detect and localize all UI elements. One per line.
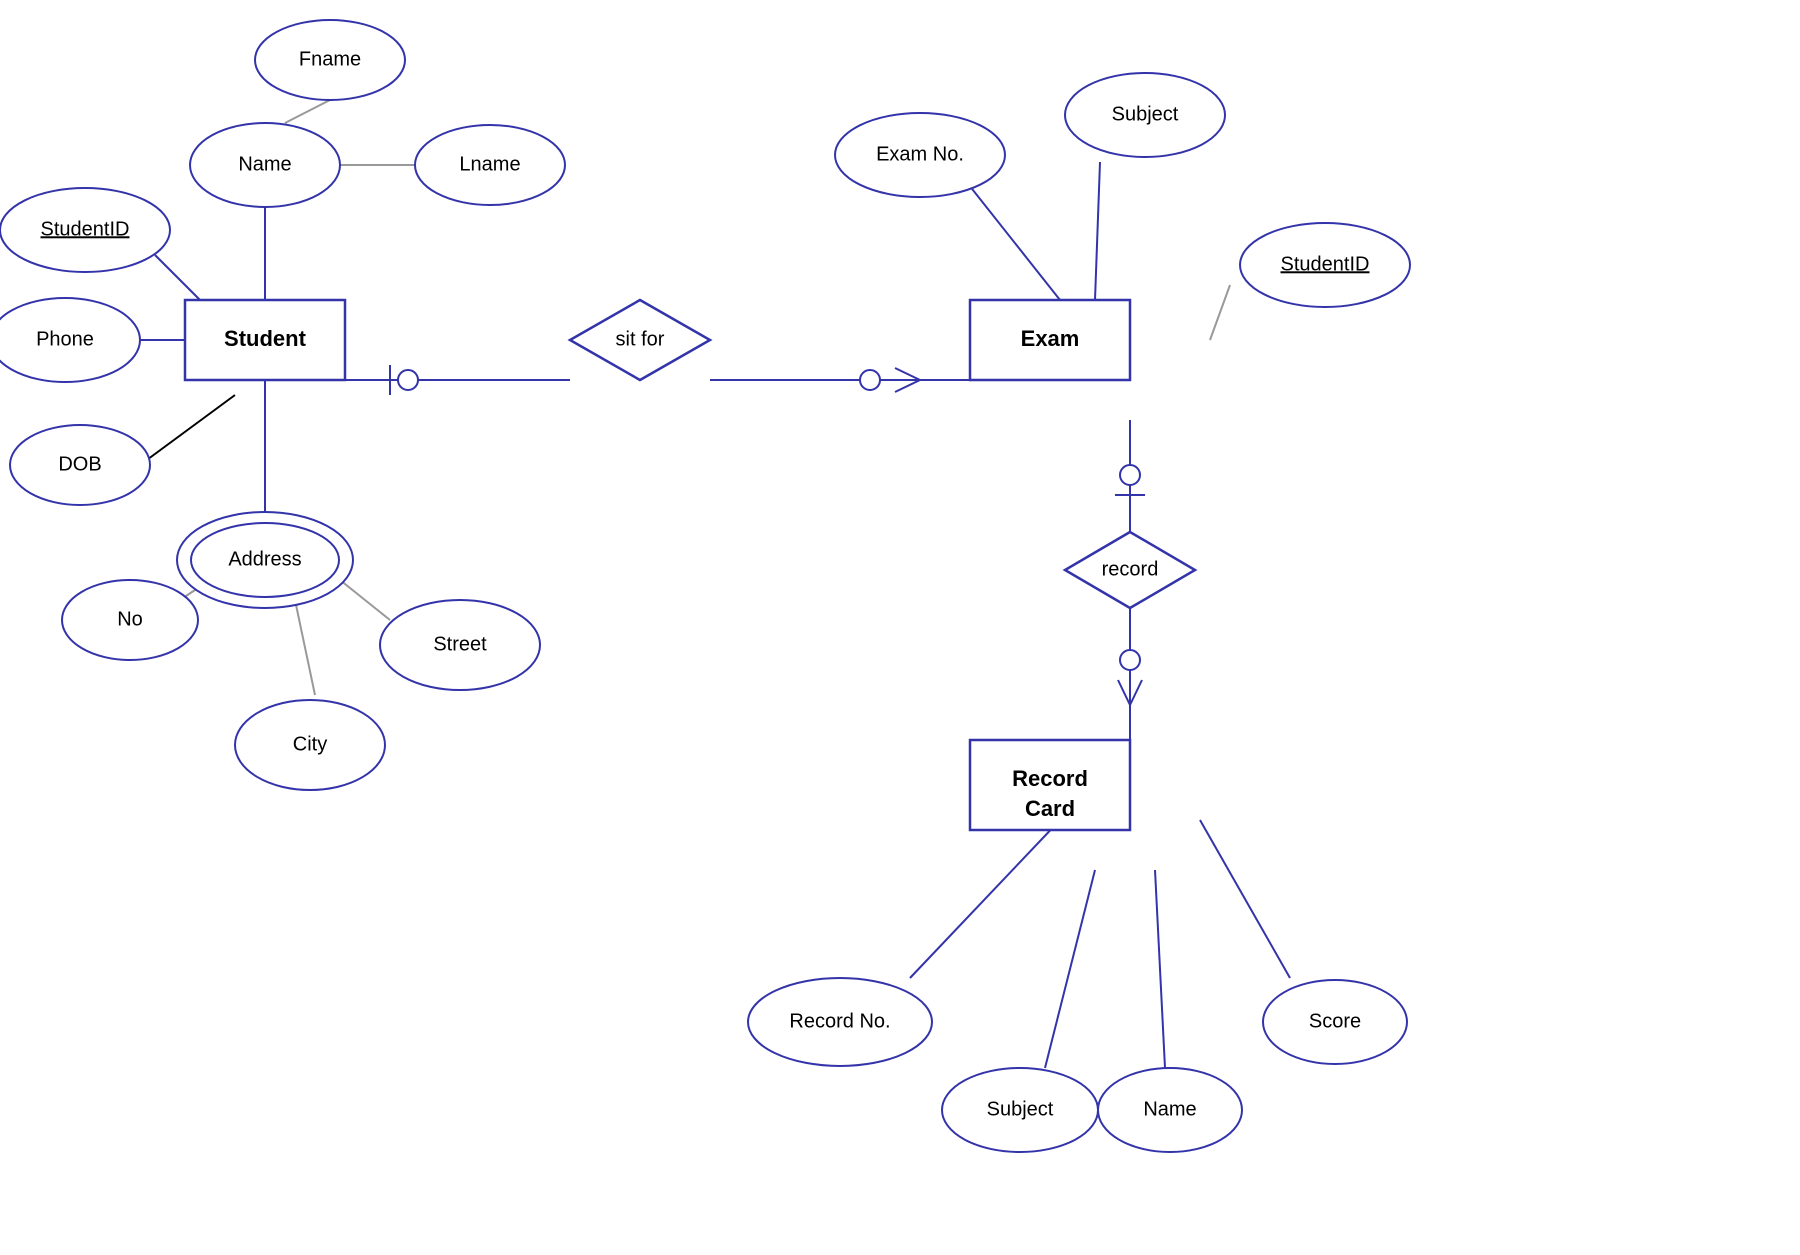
record-rc-circle bbox=[1120, 650, 1140, 670]
many-marker-circle bbox=[860, 370, 880, 390]
rc-subject-connector bbox=[1045, 870, 1095, 1068]
subject-exam-connector bbox=[1095, 162, 1100, 300]
recordno-label: Record No. bbox=[789, 1010, 890, 1032]
record-label: record bbox=[1102, 558, 1159, 580]
name-rc-label: Name bbox=[1143, 1098, 1196, 1120]
phone-label: Phone bbox=[36, 328, 94, 350]
subject-rc-label: Subject bbox=[987, 1098, 1054, 1120]
dob-student-connector bbox=[140, 395, 235, 465]
rc-crowfoot-right bbox=[1130, 680, 1142, 705]
sitfor-label: sit for bbox=[616, 328, 665, 350]
address-street-connector bbox=[340, 580, 390, 620]
dob-label: DOB bbox=[58, 453, 101, 475]
score-label: Score bbox=[1309, 1010, 1361, 1032]
lname-label: Lname bbox=[459, 153, 520, 175]
rc-recordno-connector bbox=[910, 820, 1060, 978]
examno-exam-connector bbox=[965, 180, 1060, 300]
recordcard-entity-label2: Card bbox=[1025, 796, 1075, 821]
name-label: Name bbox=[238, 153, 291, 175]
er-diagram: Student Exam Record Card sit for record … bbox=[0, 0, 1800, 1250]
fname-label: Fname bbox=[299, 48, 361, 70]
city-label: City bbox=[293, 733, 327, 755]
exam-record-circle bbox=[1120, 465, 1140, 485]
studentid2-label: StudentID bbox=[1281, 253, 1370, 275]
examno-label: Exam No. bbox=[876, 143, 964, 165]
subject-exam-label: Subject bbox=[1112, 103, 1179, 125]
street-label: Street bbox=[433, 633, 487, 655]
studentid-label: StudentID bbox=[41, 218, 130, 240]
exam-entity-label: Exam bbox=[1021, 326, 1080, 351]
one-marker-circle bbox=[398, 370, 418, 390]
fname-name-connector bbox=[285, 100, 330, 123]
address-label: Address bbox=[228, 548, 301, 570]
studentid2-exam-connector bbox=[1210, 285, 1230, 340]
crowfoot-top bbox=[895, 368, 920, 380]
rc-score-connector bbox=[1200, 820, 1290, 978]
no-label: No bbox=[117, 608, 143, 630]
recordcard-entity-label: Record bbox=[1012, 766, 1088, 791]
address-city-connector bbox=[295, 600, 315, 695]
rc-name-connector bbox=[1155, 870, 1165, 1068]
student-entity-label: Student bbox=[224, 326, 307, 351]
crowfoot-bottom bbox=[895, 380, 920, 392]
rc-crowfoot-left bbox=[1118, 680, 1130, 705]
